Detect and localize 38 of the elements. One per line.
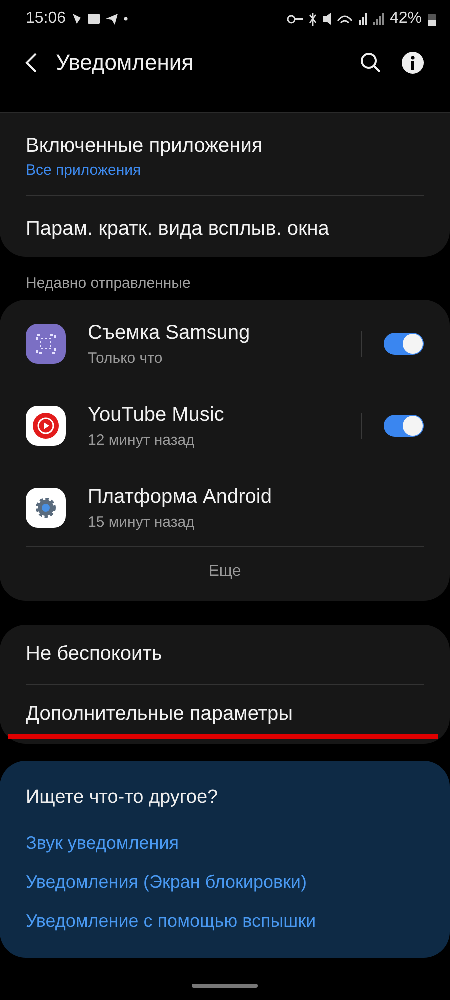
toggle-switch[interactable] (384, 333, 424, 355)
wifi-icon (336, 14, 353, 24)
info-icon[interactable] (402, 52, 424, 74)
settings-item[interactable]: Парам. кратк. вида всплыв. окна (0, 196, 450, 257)
music-app-icon (26, 406, 66, 446)
gear-icon (26, 488, 66, 528)
more-button[interactable]: Еще (0, 547, 450, 601)
suggestion-link[interactable]: Уведомления (Экран блокировки) (26, 872, 424, 893)
signal-icon (358, 13, 367, 25)
mute-icon (322, 13, 331, 25)
app-name: YouTube Music (88, 404, 226, 426)
capture-app-icon (26, 324, 66, 364)
home-handle[interactable] (192, 984, 258, 988)
section-heading: Недавно отправленные (25, 274, 192, 294)
suggestions-heading: Ищете что-то другое? (26, 787, 220, 809)
battery-percent: 42% (390, 10, 422, 28)
back-button[interactable] (24, 52, 38, 74)
app-name: Платформа Android (88, 486, 273, 508)
key-icon (286, 14, 303, 24)
dot-icon (124, 17, 128, 21)
notification-time: 15 минут назад (88, 514, 196, 530)
suggestion-link[interactable]: Звук уведомления (26, 833, 424, 854)
suggestion-link[interactable]: Уведомление с помощью вспышки (26, 911, 424, 932)
image-icon (88, 14, 100, 24)
send-icon (106, 14, 118, 24)
battery-icon (428, 12, 436, 26)
app-name: Съемка Samsung (88, 322, 252, 344)
bluetooth-icon (308, 12, 317, 26)
toggle-switch[interactable] (384, 415, 424, 437)
settings-item[interactable]: Дополнительные параметры (0, 685, 450, 744)
settings-item[interactable]: Не беспокоить (0, 625, 450, 684)
page-title: Уведомления (56, 50, 194, 76)
signal-icon (372, 13, 384, 25)
status-time: 15:06 (26, 10, 66, 28)
settings-item[interactable]: Включенные приложения Все приложения (0, 113, 450, 195)
search-icon[interactable] (360, 52, 382, 74)
notification-time: Только что (88, 350, 164, 366)
notification-time: 12 минут назад (88, 432, 196, 448)
